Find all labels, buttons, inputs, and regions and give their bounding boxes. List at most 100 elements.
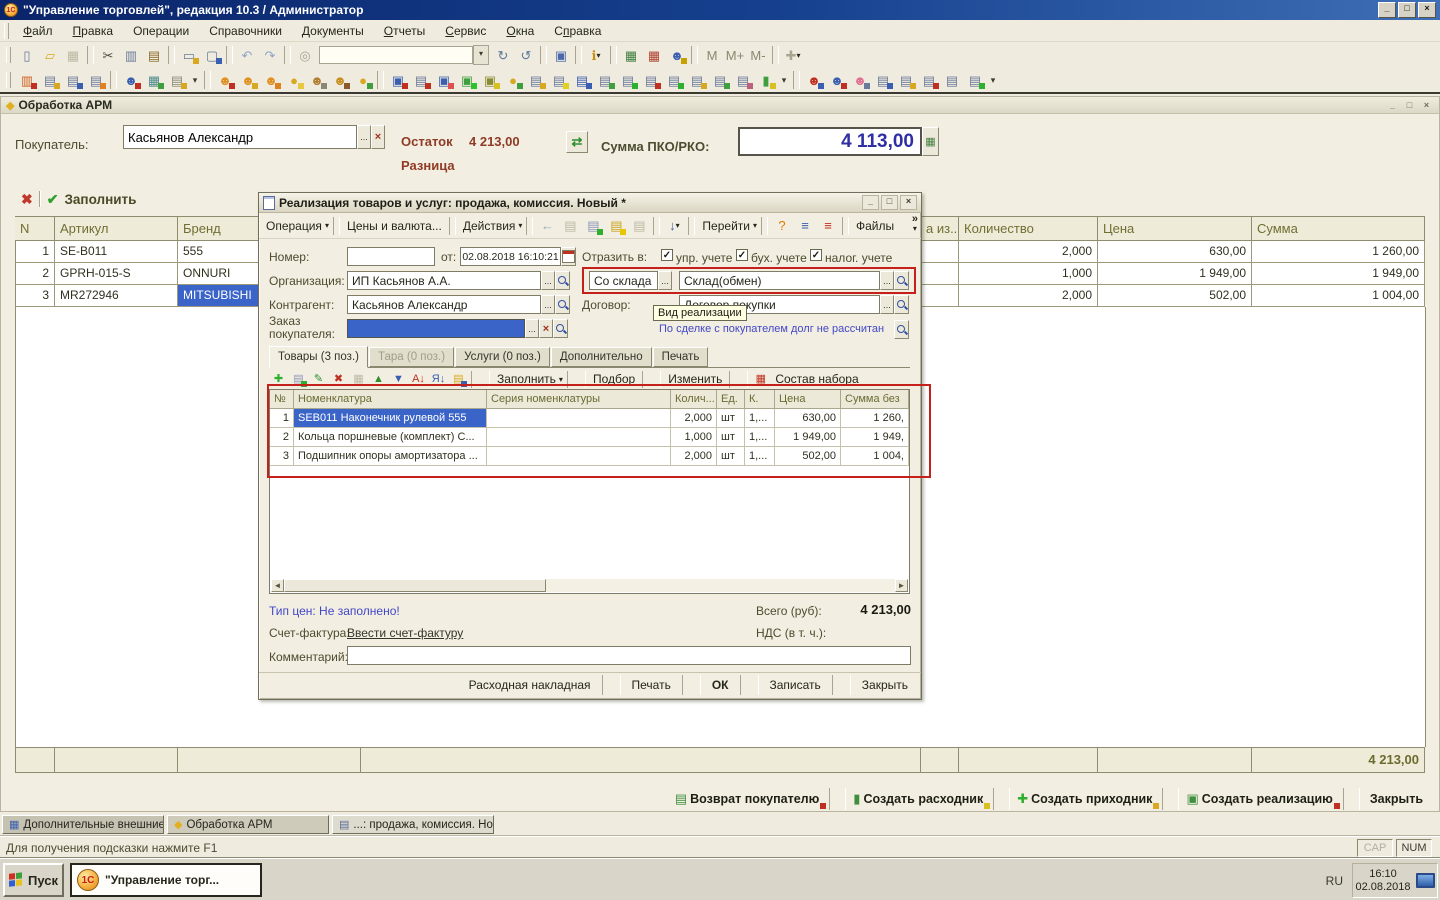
organization-search-button[interactable] <box>555 271 570 290</box>
dropdown-icon[interactable]: ▾ <box>189 70 201 90</box>
warehouse-input[interactable]: Склад(обмен) <box>679 271 880 290</box>
column-header[interactable]: Артикул <box>55 216 178 241</box>
cash-register-icon[interactable]: ▦ <box>143 70 165 90</box>
save-icon[interactable]: ▦ <box>62 45 84 65</box>
column-header[interactable]: Количество <box>959 216 1098 241</box>
cut-icon[interactable]: ✂ <box>97 45 119 65</box>
sort-asc-icon[interactable]: А↓ <box>409 371 428 388</box>
tray-clock[interactable]: 16:10 02.08.2018 <box>1352 863 1438 898</box>
scroll-left-icon[interactable]: ◄ <box>271 579 284 592</box>
close-arm-button[interactable]: Закрыть <box>1362 788 1431 810</box>
organization-input[interactable]: ИП Касьянов А.А. <box>347 271 541 290</box>
paste-icon[interactable]: ▤ <box>143 45 165 65</box>
print-form-icon[interactable]: ▤ <box>39 70 61 90</box>
counterparties-icon[interactable]: ☻ <box>120 70 142 90</box>
user-permissions-icon[interactable]: ☻ <box>666 45 688 65</box>
change-button[interactable]: Изменить <box>664 371 726 388</box>
warehouse-select-button[interactable]: ... <box>880 271 894 290</box>
set-contents-icon[interactable]: ▦ <box>751 371 770 388</box>
print-form-2-icon[interactable]: ▤ <box>62 70 84 90</box>
column-header[interactable]: Сумма без <box>841 390 909 409</box>
copy-doc-icon[interactable]: ▤ <box>582 216 604 236</box>
contact-report-icon[interactable]: ☻ <box>849 70 871 90</box>
column-header[interactable]: Серия номенклатуры <box>487 390 671 409</box>
pick-button[interactable]: Подбор <box>589 371 639 388</box>
memory-icon[interactable]: M <box>701 45 723 65</box>
plus-doc-icon[interactable]: ▤ <box>617 70 639 90</box>
operation-button[interactable]: Операция ▾ <box>262 216 330 236</box>
calendar-icon[interactable]: ▦ <box>643 45 665 65</box>
buyer-clear-button[interactable]: × <box>371 125 385 149</box>
print-form-3-icon[interactable]: ▤ <box>85 70 107 90</box>
coins-doc-icon[interactable]: ▤ <box>686 70 708 90</box>
goods-row[interactable]: 2 Кольца поршневые (комплект) С... 1,000… <box>270 428 909 447</box>
move-down-icon[interactable]: ▼ <box>389 371 408 388</box>
calculator-icon[interactable]: ▦ <box>620 45 642 65</box>
print-button[interactable]: Печать <box>623 675 680 695</box>
goods-row[interactable]: 3 Подшипник опоры амортизатора ... 2,000… <box>270 447 909 466</box>
minimize-button[interactable]: _ <box>1378 2 1396 18</box>
scrollbar-thumb[interactable] <box>284 579 546 592</box>
warehouse-mode-input[interactable]: Со склада <box>589 271 658 290</box>
create-realization-button[interactable]: ▣ Создать реализацию <box>1181 788 1340 810</box>
access-key-icon[interactable]: ☻ <box>329 70 351 90</box>
approve-doc-icon[interactable]: ▤ <box>663 70 685 90</box>
contractor-select-button[interactable]: ... <box>541 295 555 314</box>
unpost-document-icon[interactable]: ▤ <box>628 216 650 236</box>
tab-print[interactable]: Печать <box>653 347 709 367</box>
contractor-search-button[interactable] <box>555 295 570 314</box>
menu-references[interactable]: Справочники <box>199 22 292 40</box>
language-indicator[interactable]: RU <box>1326 874 1343 888</box>
dialog-maximize-button[interactable]: □ <box>881 195 898 210</box>
quick-search-dropdown-icon[interactable]: ▾ <box>473 45 489 65</box>
list-report-icon[interactable]: ▤ <box>941 70 963 90</box>
close-button[interactable]: × <box>1418 2 1436 18</box>
prices-currency-button[interactable]: Цены и валюта... <box>343 216 446 236</box>
column-header[interactable]: К. <box>745 390 775 409</box>
list-settings-icon[interactable]: ≡ <box>794 216 816 236</box>
column-header[interactable]: Номенклатура <box>294 390 487 409</box>
tab-additional[interactable]: Дополнительно <box>551 347 652 367</box>
fill-check-icon[interactable]: ✔ <box>47 191 59 208</box>
person-doc-icon[interactable]: ▤ <box>732 70 754 90</box>
arm-restore-button[interactable]: □ <box>1402 99 1417 112</box>
buh-checkbox[interactable]: ✓ <box>736 249 748 261</box>
pko-calculator-button[interactable]: ▦ <box>922 127 939 156</box>
print-preview-icon[interactable]: ▢ <box>201 45 223 65</box>
transfer-doc-icon[interactable]: ▤ <box>594 70 616 90</box>
coins-stack-icon[interactable]: ● <box>283 70 305 90</box>
tab-services[interactable]: Услуги (0 поз.) <box>455 347 550 367</box>
receipt-doc-icon[interactable]: ▤ <box>410 70 432 90</box>
comment-input[interactable] <box>347 646 911 665</box>
organization-icon[interactable]: ☻ <box>306 70 328 90</box>
invoice-link[interactable]: Ввести счет-фактуру <box>347 626 463 640</box>
payment-doc-icon[interactable]: ▤ <box>525 70 547 90</box>
percent-doc-icon[interactable]: ▤ <box>709 70 731 90</box>
write-button[interactable]: Записать <box>761 675 830 695</box>
sort-desc-icon[interactable]: Я↓ <box>429 371 448 388</box>
menu-operations[interactable]: Операции <box>123 22 199 40</box>
new-document-icon[interactable]: ▯ <box>16 45 38 65</box>
copy-row-icon[interactable]: ▤ <box>289 371 308 388</box>
expense-invoice-button[interactable]: Расходная накладная <box>460 675 600 695</box>
cash-report-icon[interactable]: ▤ <box>166 70 188 90</box>
delete-row-icon[interactable]: ✖ <box>329 371 348 388</box>
create-prihodnik-button[interactable]: ✚ Создать приходник <box>1012 788 1160 810</box>
fill-button[interactable]: Заполнить <box>64 192 136 207</box>
supplier-report-icon[interactable]: ☻ <box>826 70 848 90</box>
memory-minus-icon[interactable]: M- <box>747 45 769 65</box>
debt-search-button[interactable] <box>894 320 909 339</box>
money-transfer-icon[interactable]: ● <box>352 70 374 90</box>
contract-select-button[interactable]: ... <box>880 295 894 314</box>
buyer-report-icon[interactable]: ☻ <box>803 70 825 90</box>
contractor-input[interactable]: Касьянов Александр <box>347 295 541 314</box>
warehouse-mode-select-button[interactable]: ... <box>658 271 672 290</box>
column-header[interactable]: а из... <box>921 216 959 241</box>
summary-report-2-icon[interactable]: ▤ <box>895 70 917 90</box>
upr-checkbox[interactable]: ✓ <box>661 249 673 261</box>
report-journal-icon[interactable]: ▥ <box>16 70 38 90</box>
reserved-icon[interactable]: ▦ <box>349 371 368 388</box>
check-report-icon[interactable]: ▤ <box>964 70 986 90</box>
wtab-external-processings[interactable]: ▦ Дополнительные внешние ... <box>2 815 164 834</box>
column-header[interactable]: Цена <box>775 390 841 409</box>
